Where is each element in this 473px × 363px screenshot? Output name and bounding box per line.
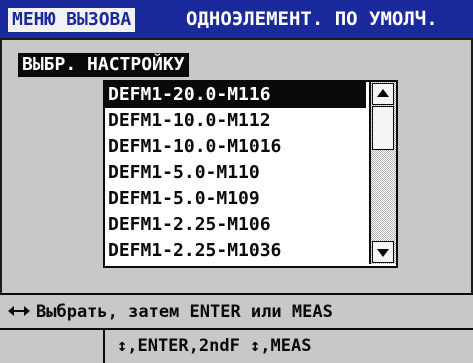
list-item[interactable]: DEFM1-10.0-M1016 <box>105 134 366 160</box>
list-item[interactable]: DEFM1-20.0-M116 <box>105 82 366 108</box>
section-label: ВЫБР. НАСТРОЙКУ <box>18 53 189 77</box>
list-item[interactable]: DEFM1-2.25-M1036 <box>105 238 366 264</box>
list-item[interactable]: DEFM1-5.0-M110 <box>105 160 366 186</box>
screen-title: ОДНОЭЛЕМЕНТ. ПО УМОЛЧ. <box>186 8 438 30</box>
left-right-arrow-icon <box>8 306 30 316</box>
arrow-down-icon <box>377 249 389 257</box>
divider <box>103 330 105 363</box>
title-bar: МЕНЮ ВЫЗОВА ОДНОЭЛЕМЕНТ. ПО УМОЛЧ. <box>0 0 473 38</box>
keys-hint: ↕,ENTER,2ndF ↕,MEAS <box>117 336 312 356</box>
scrollbar[interactable] <box>369 82 396 264</box>
scroll-down-button[interactable] <box>372 241 394 263</box>
scroll-thumb[interactable] <box>372 106 394 150</box>
list-item[interactable]: DEFM1-10.0-M112 <box>105 108 366 134</box>
setup-list-box[interactable]: DEFM1-20.0-M116 DEFM1-10.0-M112 DEFM1-10… <box>103 80 398 268</box>
list-item[interactable]: DEFM1-5.0-M109 <box>105 186 366 212</box>
arrow-up-icon <box>377 89 389 97</box>
setup-list[interactable]: DEFM1-20.0-M116 DEFM1-10.0-M112 DEFM1-10… <box>105 82 366 264</box>
list-item[interactable]: DEFM1-2.25-M106 <box>105 212 366 238</box>
scroll-up-button[interactable] <box>372 83 394 105</box>
menu-tab[interactable]: МЕНЮ ВЫЗОВА <box>8 8 136 32</box>
hint-text: Выбрать, затем ENTER или MEAS <box>36 302 333 322</box>
hint-bar: Выбрать, затем ENTER или MEAS <box>0 293 473 329</box>
keys-bar: ↕,ENTER,2ndF ↕,MEAS <box>0 328 473 363</box>
